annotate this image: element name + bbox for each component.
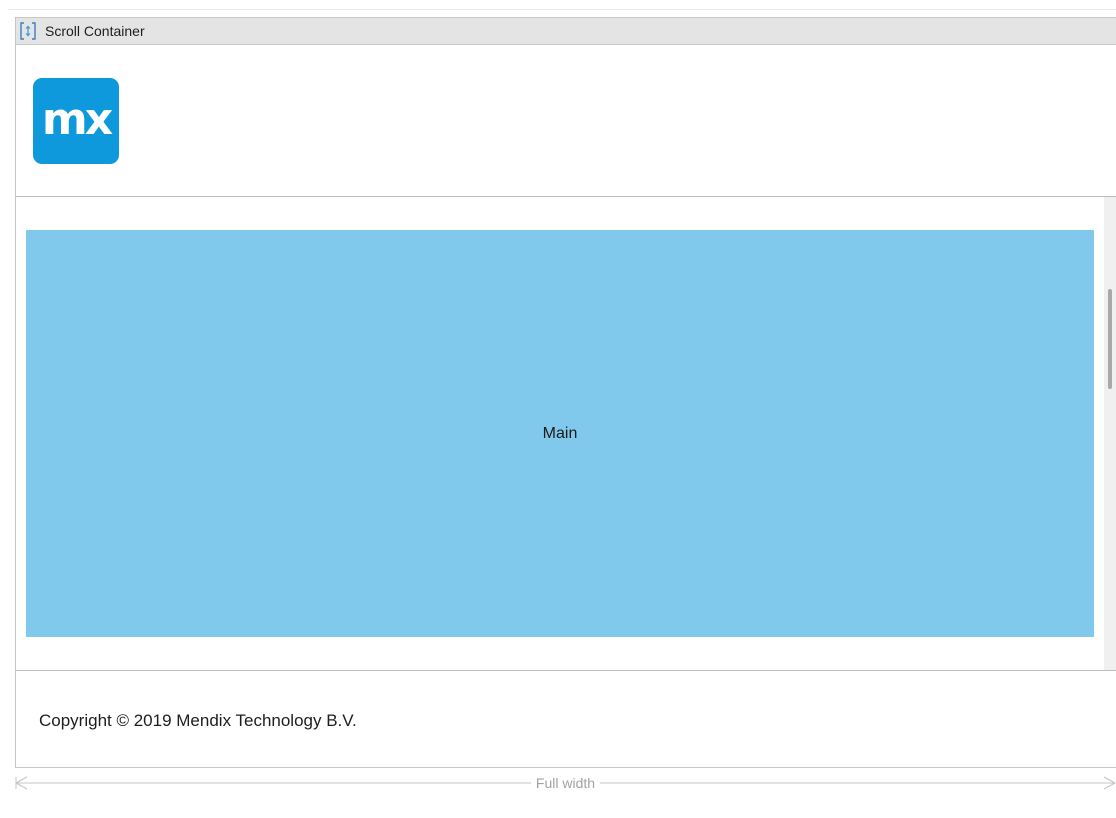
copyright-text: Copyright © 2019 Mendix Technology B.V.: [39, 711, 357, 730]
container-title: Scroll Container: [45, 23, 145, 39]
main-placeholder[interactable]: Main: [26, 230, 1094, 637]
scroll-container-icon: [18, 21, 38, 41]
header-region[interactable]: mx: [16, 45, 1116, 197]
main-label: Main: [542, 424, 578, 442]
full-width-label-wrap: Full width: [15, 775, 1116, 791]
footer-region[interactable]: Copyright © 2019 Mendix Technology B.V.: [16, 671, 1116, 767]
scrollbar-thumb[interactable]: [1108, 289, 1112, 389]
page-canvas: Scroll Container mx Main Copyright © 201…: [0, 0, 1116, 818]
logo-text: mx: [41, 94, 113, 145]
full-width-label: Full width: [530, 775, 601, 791]
top-divider: [8, 9, 1116, 10]
container-header[interactable]: Scroll Container: [16, 17, 1116, 45]
scroll-container[interactable]: Scroll Container mx Main Copyright © 201…: [15, 17, 1116, 768]
mendix-logo: mx: [33, 78, 119, 164]
width-indicator: Full width: [15, 773, 1116, 793]
vertical-scrollbar[interactable]: [1104, 197, 1116, 670]
main-region[interactable]: Main: [16, 197, 1116, 671]
